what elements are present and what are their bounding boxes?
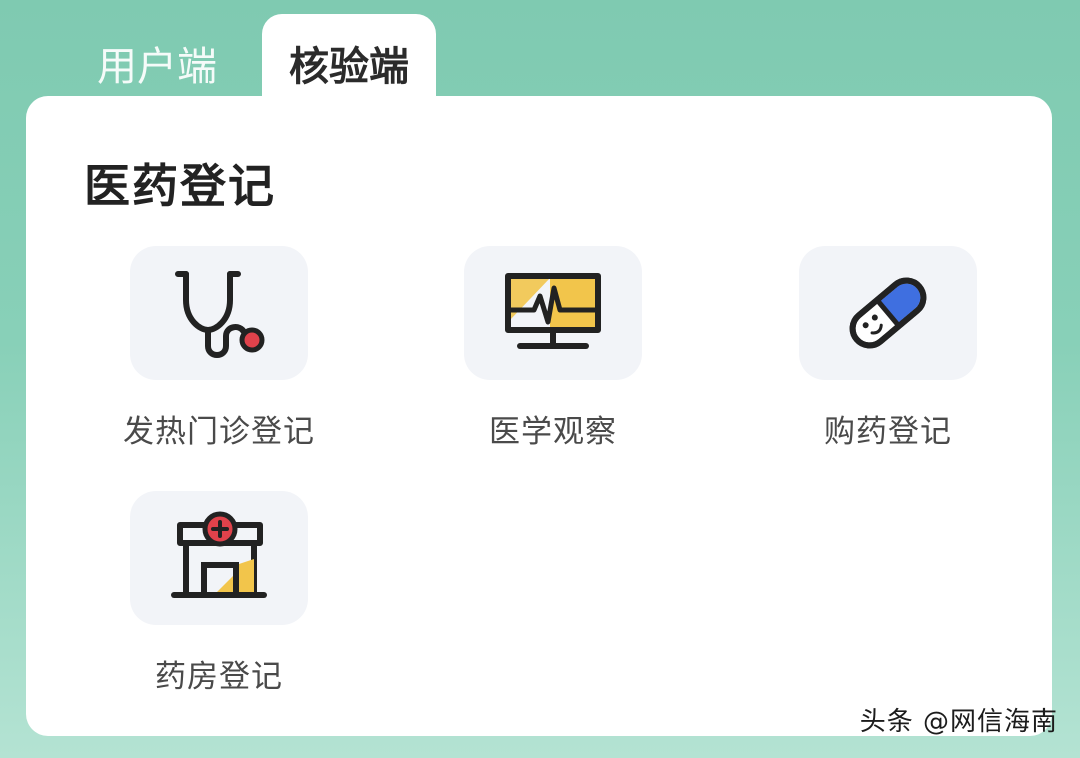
fever-clinic-icon-box bbox=[130, 246, 308, 380]
medicine-purchase-label: 购药登记 bbox=[824, 414, 952, 450]
pharmacy-registration-label: 药房登记 bbox=[155, 659, 283, 695]
medical-observation-label: 医学观察 bbox=[489, 414, 617, 450]
medicine-purchase-icon-box bbox=[799, 246, 977, 380]
tab-verify-label: 核验端 bbox=[289, 44, 409, 90]
fever-clinic-label: 发热门诊登记 bbox=[123, 414, 315, 450]
registration-panel: 医药登记 发热门诊登记 医学观察 购药登记 药房登记 bbox=[26, 96, 1052, 736]
tab-user[interactable]: 用户端 bbox=[62, 14, 252, 104]
medical-observation-icon-box bbox=[464, 246, 642, 380]
pharmacy-icon bbox=[171, 511, 267, 598]
pharmacy-registration-item[interactable]: 药房登记 bbox=[94, 491, 344, 701]
medical-observation-item[interactable]: 医学观察 bbox=[428, 246, 678, 456]
stethoscope-icon bbox=[175, 271, 265, 358]
watermark: 头条 @网信海南 bbox=[859, 707, 1058, 737]
tab-verify[interactable]: 核验端 bbox=[262, 14, 436, 104]
monitor-icon bbox=[505, 273, 601, 349]
pill-icon bbox=[849, 277, 927, 349]
section-title: 医药登记 bbox=[84, 159, 276, 213]
medicine-purchase-item[interactable]: 购药登记 bbox=[763, 246, 1013, 456]
pharmacy-registration-icon-box bbox=[130, 491, 308, 625]
tab-user-label: 用户端 bbox=[97, 44, 217, 90]
tab-bar: 用户端 核验端 bbox=[0, 0, 1080, 104]
fever-clinic-registration-item[interactable]: 发热门诊登记 bbox=[94, 246, 344, 456]
